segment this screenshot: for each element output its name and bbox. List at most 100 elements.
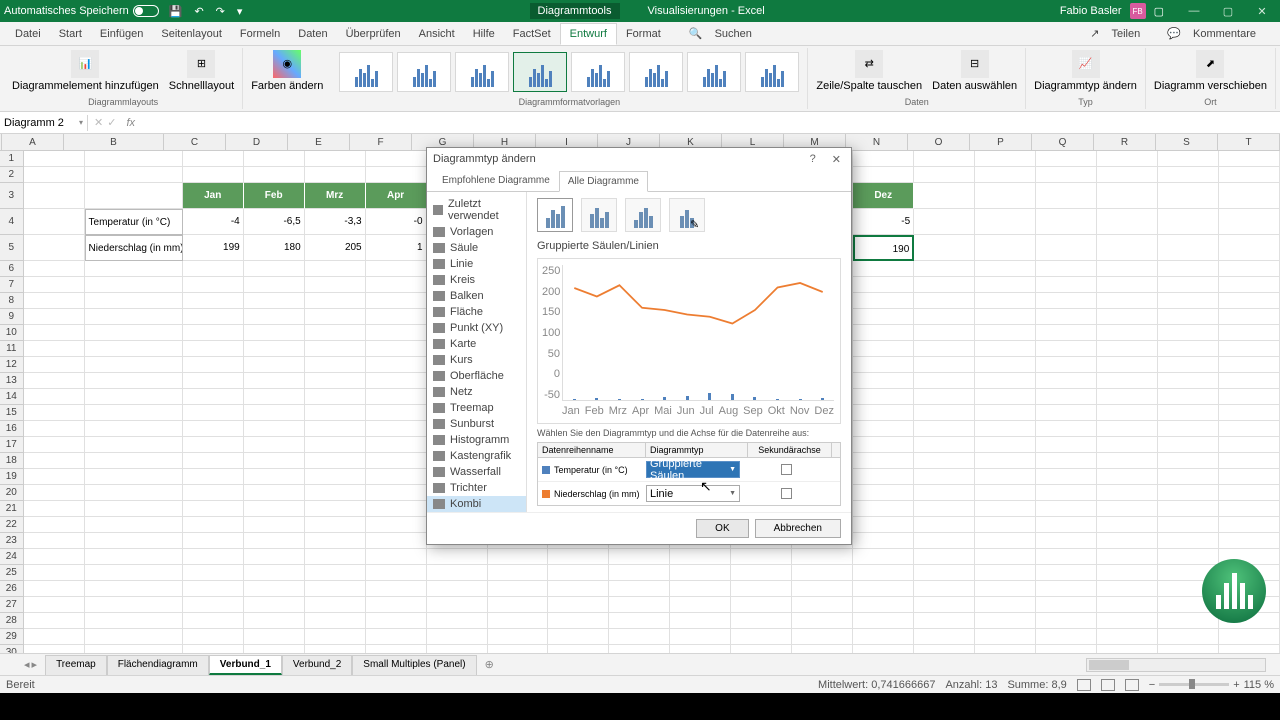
cell[interactable]: [1097, 167, 1158, 183]
switch-row-col-button[interactable]: ⇄Zeile/Spalte tauschen: [812, 48, 926, 94]
cell[interactable]: [24, 581, 85, 597]
series-type-dropdown-1[interactable]: Gruppierte Säulen▼: [646, 461, 740, 478]
cell[interactable]: [244, 309, 305, 325]
cell[interactable]: [670, 565, 731, 581]
cell[interactable]: [1036, 549, 1097, 565]
cell[interactable]: [1219, 485, 1280, 501]
cell[interactable]: [914, 183, 975, 209]
chart-cat-flche[interactable]: Fläche: [427, 304, 526, 320]
col-header-A[interactable]: A: [2, 134, 64, 151]
dialog-help-button[interactable]: ?: [806, 153, 820, 166]
cell[interactable]: [24, 235, 85, 261]
cell[interactable]: [427, 565, 488, 581]
cell[interactable]: [1036, 167, 1097, 183]
cell[interactable]: [1158, 613, 1219, 629]
cell[interactable]: [366, 357, 427, 373]
cell[interactable]: [244, 437, 305, 453]
tab-pagelayout[interactable]: Seitenlayout: [152, 24, 231, 44]
cell[interactable]: [975, 453, 1036, 469]
cell[interactable]: [975, 501, 1036, 517]
tab-all-charts[interactable]: Alle Diagramme: [559, 171, 648, 192]
cell[interactable]: [183, 501, 244, 517]
cell[interactable]: [305, 167, 366, 183]
cell[interactable]: [792, 597, 853, 613]
cell[interactable]: [85, 645, 183, 653]
cell[interactable]: [914, 309, 975, 325]
cell[interactable]: [24, 183, 85, 209]
redo-icon[interactable]: ↷: [216, 5, 225, 18]
cell[interactable]: [24, 645, 85, 653]
cell[interactable]: [305, 405, 366, 421]
cell[interactable]: [1097, 421, 1158, 437]
cell[interactable]: [244, 277, 305, 293]
cell[interactable]: [914, 277, 975, 293]
secondary-axis-checkbox-2[interactable]: [781, 488, 792, 499]
row-header-5[interactable]: 5: [0, 235, 24, 261]
cell[interactable]: [24, 485, 85, 501]
cell[interactable]: [183, 389, 244, 405]
cell[interactable]: [914, 501, 975, 517]
cell[interactable]: [792, 549, 853, 565]
chart-style-4[interactable]: [513, 52, 567, 92]
cell[interactable]: [1097, 341, 1158, 357]
cell[interactable]: [427, 581, 488, 597]
cell[interactable]: [1036, 183, 1097, 209]
cell[interactable]: Feb: [244, 183, 305, 209]
chart-style-5[interactable]: [571, 52, 625, 92]
view-pagebreak-icon[interactable]: [1125, 679, 1139, 691]
cell[interactable]: [853, 167, 914, 183]
cell[interactable]: [1158, 235, 1219, 261]
cell[interactable]: [305, 645, 366, 653]
cell[interactable]: [914, 235, 975, 261]
cell[interactable]: [792, 565, 853, 581]
cell[interactable]: [975, 341, 1036, 357]
subtype-custom[interactable]: ✎: [669, 198, 705, 232]
sheet-tab-small multiples (panel)[interactable]: Small Multiples (Panel): [352, 655, 476, 675]
cell[interactable]: [914, 261, 975, 277]
cell[interactable]: [24, 167, 85, 183]
series-type-dropdown-2[interactable]: Linie▼: [646, 485, 740, 502]
cell[interactable]: [609, 581, 670, 597]
cell[interactable]: [1158, 533, 1219, 549]
row-header-30[interactable]: 30: [0, 645, 24, 653]
cell[interactable]: [24, 549, 85, 565]
cell[interactable]: [975, 151, 1036, 167]
cell[interactable]: [24, 277, 85, 293]
chart-cat-netz[interactable]: Netz: [427, 384, 526, 400]
cell[interactable]: [1097, 389, 1158, 405]
row-header-14[interactable]: 14: [0, 389, 24, 405]
cell[interactable]: [366, 261, 427, 277]
cell[interactable]: [914, 549, 975, 565]
cell[interactable]: [24, 261, 85, 277]
undo-icon[interactable]: ↶: [194, 5, 203, 18]
row-header-7[interactable]: 7: [0, 277, 24, 293]
cell[interactable]: [305, 293, 366, 309]
cell[interactable]: [792, 645, 853, 653]
cell[interactable]: [975, 261, 1036, 277]
cell[interactable]: [975, 581, 1036, 597]
cell[interactable]: [975, 405, 1036, 421]
cell[interactable]: [1036, 581, 1097, 597]
cell[interactable]: [1219, 261, 1280, 277]
cell[interactable]: [975, 469, 1036, 485]
zoom-in-icon[interactable]: +: [1233, 679, 1239, 691]
cell[interactable]: [853, 437, 914, 453]
chart-style-2[interactable]: [397, 52, 451, 92]
cell[interactable]: [853, 613, 914, 629]
cell[interactable]: [1097, 277, 1158, 293]
cell[interactable]: [366, 629, 427, 645]
zoom-control[interactable]: − + 115 %: [1149, 679, 1274, 691]
dialog-titlebar[interactable]: Diagrammtyp ändern ? ✕: [427, 148, 851, 170]
cell[interactable]: [24, 453, 85, 469]
cell[interactable]: [183, 151, 244, 167]
cell[interactable]: [1158, 151, 1219, 167]
cell[interactable]: -6,5: [244, 209, 305, 235]
col-header-E[interactable]: E: [288, 134, 350, 151]
cell[interactable]: [244, 533, 305, 549]
cell[interactable]: [914, 453, 975, 469]
cell[interactable]: [1219, 421, 1280, 437]
cell[interactable]: [305, 485, 366, 501]
cell[interactable]: [1097, 629, 1158, 645]
cell[interactable]: [1097, 405, 1158, 421]
cell[interactable]: [975, 235, 1036, 261]
